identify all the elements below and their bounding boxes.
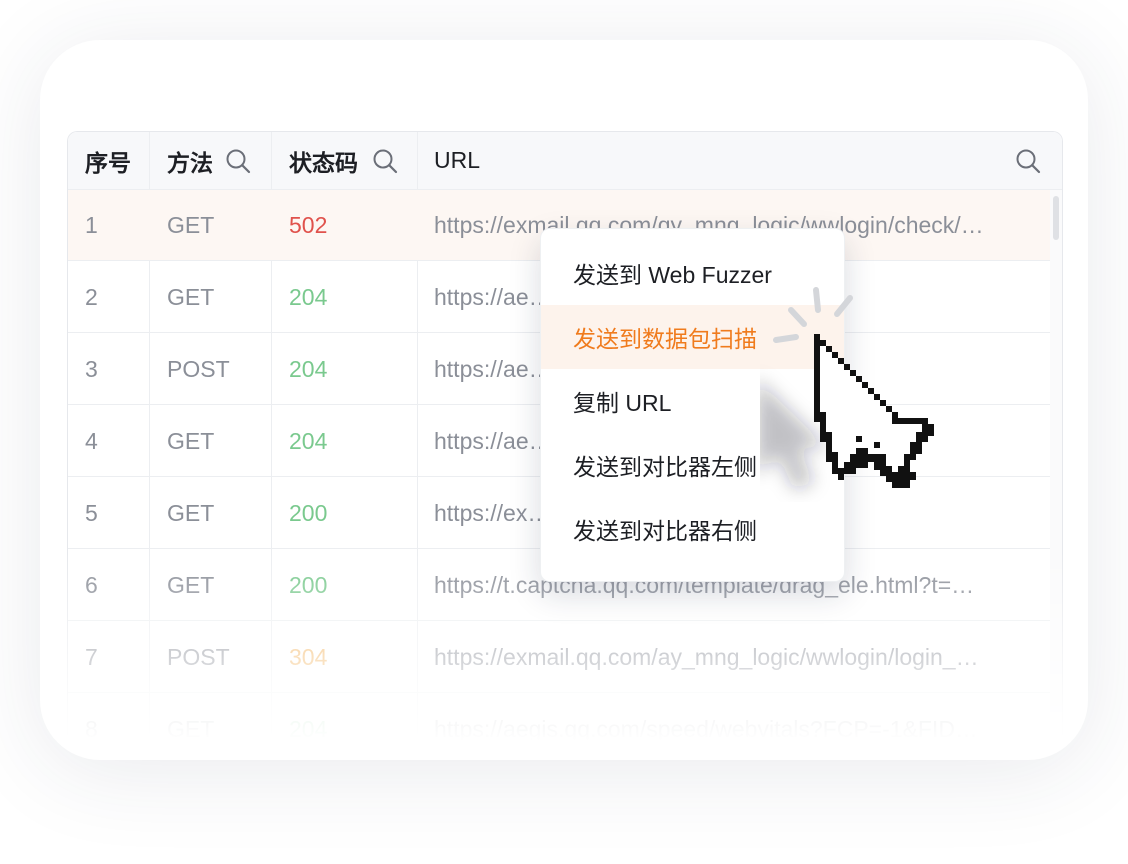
header-index: 序号 [85,149,131,176]
row-method: GET [167,284,215,310]
row-method: GET [167,500,215,526]
click-burst-icon [773,287,853,343]
table-row[interactable]: 8 GET 204 https://aegis.qq.com/speed/web… [68,694,1050,752]
table-header: 序号 方法 状态码 URL [68,132,1062,190]
header-method: 方法 [167,149,213,176]
row-index: 4 [85,428,98,454]
row-index: 7 [85,644,98,670]
row-url: https://exmail.qq.com/ay_mng_logic/wwlog… [434,644,979,670]
url-search-icon[interactable] [1015,148,1041,174]
row-method: POST [167,356,230,382]
row-method: GET [167,716,215,742]
row-index: 3 [85,356,98,382]
row-status: 204 [289,284,328,310]
scrollbar-thumb[interactable] [1053,196,1059,240]
row-status: 200 [289,572,328,598]
row-index: 8 [85,716,98,742]
row-index: 6 [85,572,98,598]
row-status: 204 [289,716,328,742]
row-index: 5 [85,500,98,526]
menu-item-send-to-compare-right[interactable]: 发送到对比器右侧 [541,497,844,561]
row-index: 1 [85,212,98,238]
row-method: GET [167,572,215,598]
row-method: GET [167,428,215,454]
vertical-scrollbar[interactable] [1050,190,1062,750]
header-url: URL [434,147,481,173]
table-row[interactable]: 7 POST 304 https://exmail.qq.com/ay_mng_… [68,622,1050,693]
row-status: 502 [289,212,328,238]
row-url: https://aegis.qq.com/speed/webvitals?FCP… [434,716,978,742]
header-status: 状态码 [289,149,358,176]
page: 序号 方法 状态码 URL 1 GET 502 https://exmail.q… [0,0,1128,864]
row-method: POST [167,644,230,670]
row-status: 204 [289,428,328,454]
pixel-arrow-cursor-icon [760,287,934,490]
row-method: GET [167,212,215,238]
method-search-icon[interactable] [225,148,251,174]
row-status: 200 [289,500,328,526]
row-status: 304 [289,644,328,670]
row-index: 2 [85,284,98,310]
status-search-icon[interactable] [372,148,398,174]
row-status: 204 [289,356,328,382]
